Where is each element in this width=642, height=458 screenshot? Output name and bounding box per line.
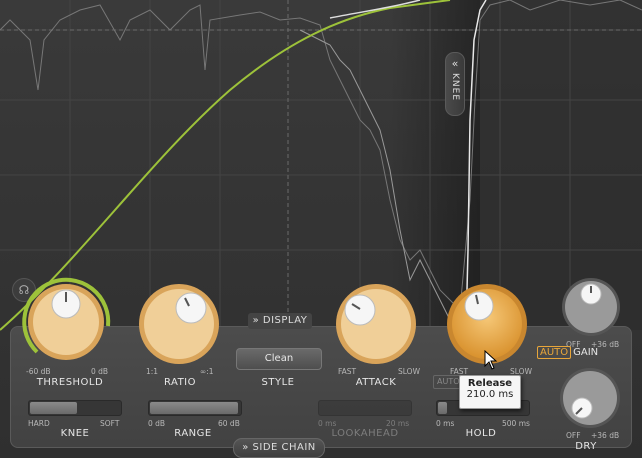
auto-gain-toggle[interactable]: AUTO (537, 346, 572, 359)
threshold-label: THRESHOLD (36, 377, 104, 388)
attack-max: SLOW (398, 367, 420, 376)
style-label: STYLE (261, 377, 295, 388)
threshold-min: -60 dB (26, 367, 51, 376)
side-chain-label: SIDE CHAIN (252, 442, 316, 453)
knee-slider[interactable] (28, 400, 122, 416)
display-toggle[interactable]: » DISPLAY (248, 313, 312, 329)
hold-max: 500 ms (502, 419, 530, 428)
ratio-min: 1:1 (146, 367, 159, 376)
range-min: 0 dB (148, 419, 166, 428)
chevron-down-icon: » (252, 315, 260, 326)
dry-label: DRY (575, 441, 597, 452)
knee-tab-label: KNEE (450, 73, 460, 102)
threshold-max: 0 dB (91, 367, 109, 376)
range-label: RANGE (174, 428, 212, 439)
range-max: 60 dB (218, 419, 240, 428)
gain-label-group: AUTO GAIN (537, 346, 599, 359)
dry-min: OFF (566, 431, 581, 440)
hold-label: HOLD (465, 428, 497, 439)
dry-max: +36 dB (591, 431, 620, 440)
gain-knob[interactable] (560, 276, 622, 338)
ratio-knob[interactable] (135, 280, 223, 368)
compressor-plugin-window: { "colors":{"knob_orange":"#e8a850","kno… (0, 0, 642, 458)
lookahead-slider[interactable] (318, 400, 412, 416)
chevron-left-icon: « (451, 57, 459, 70)
attack-label: ATTACK (355, 377, 397, 388)
style-button[interactable]: Clean (236, 348, 322, 370)
mouse-cursor-icon (484, 349, 498, 374)
release-tooltip: Release 210.0 ms (459, 375, 521, 409)
tooltip-value: 210.0 ms (466, 389, 514, 400)
chevron-down-icon: » (242, 442, 249, 453)
knee-slider-fill (30, 402, 77, 414)
hold-min: 0 ms (436, 419, 455, 428)
lookahead-min: 0 ms (318, 419, 337, 428)
hold-slider-fill (438, 402, 447, 414)
knee-max: SOFT (100, 419, 120, 428)
attack-knob[interactable] (332, 280, 420, 368)
tooltip-title: Release (467, 378, 513, 389)
knee-display-toggle[interactable]: « KNEE (445, 52, 465, 116)
lookahead-max: 20 ms (386, 419, 410, 428)
display-label: DISPLAY (262, 315, 308, 326)
range-slider-fill (150, 402, 238, 414)
range-slider[interactable] (148, 400, 242, 416)
ratio-max: ∞:1 (200, 367, 214, 376)
side-chain-toggle[interactable]: » SIDE CHAIN (233, 438, 325, 458)
attack-min: FAST (338, 367, 357, 376)
ratio-label: RATIO (163, 377, 197, 388)
dry-knob[interactable] (558, 366, 622, 430)
threshold-knob[interactable] (20, 276, 112, 368)
gain-label: GAIN (573, 347, 599, 358)
knee-min: HARD (28, 419, 50, 428)
knee-label: KNEE (60, 428, 90, 439)
lookahead-label: LOOKAHEAD (331, 428, 399, 439)
